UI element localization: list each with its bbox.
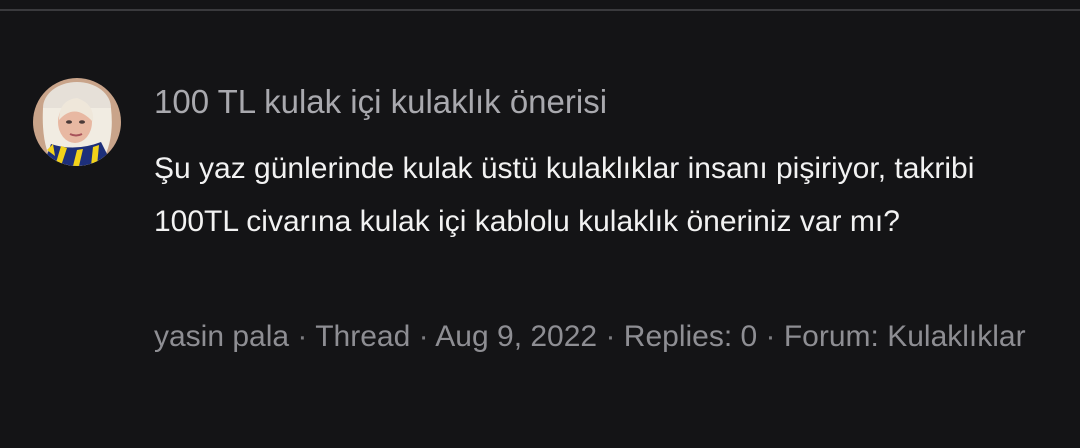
thread-title[interactable]: 100 TL kulak içi kulaklık önerisi [154, 81, 607, 123]
post-date: Aug 9, 2022 [435, 320, 598, 353]
user-avatar-photo-icon [33, 78, 121, 166]
forum-label: Forum: [783, 320, 879, 353]
thread-snippet: Şu yaz günlerinde kulak üstü kulaklıklar… [154, 152, 975, 238]
meta-separator: · [289, 320, 316, 353]
meta-separator: · [597, 320, 624, 353]
reply-count: Replies: 0 [623, 320, 758, 353]
avatar[interactable] [33, 78, 121, 166]
author-link[interactable]: yasin pala [154, 320, 289, 353]
thread-meta: yasin pala · Thread · Aug 9, 2022 · Repl… [154, 309, 1034, 364]
content-type: Thread [315, 320, 411, 353]
forum-link[interactable]: Kulaklıklar [887, 320, 1025, 353]
meta-separator: · [410, 320, 436, 353]
search-result-item[interactable]: 100 TL kulak içi kulaklık önerisi Şu yaz… [0, 11, 1080, 448]
meta-separator: · [757, 320, 784, 353]
